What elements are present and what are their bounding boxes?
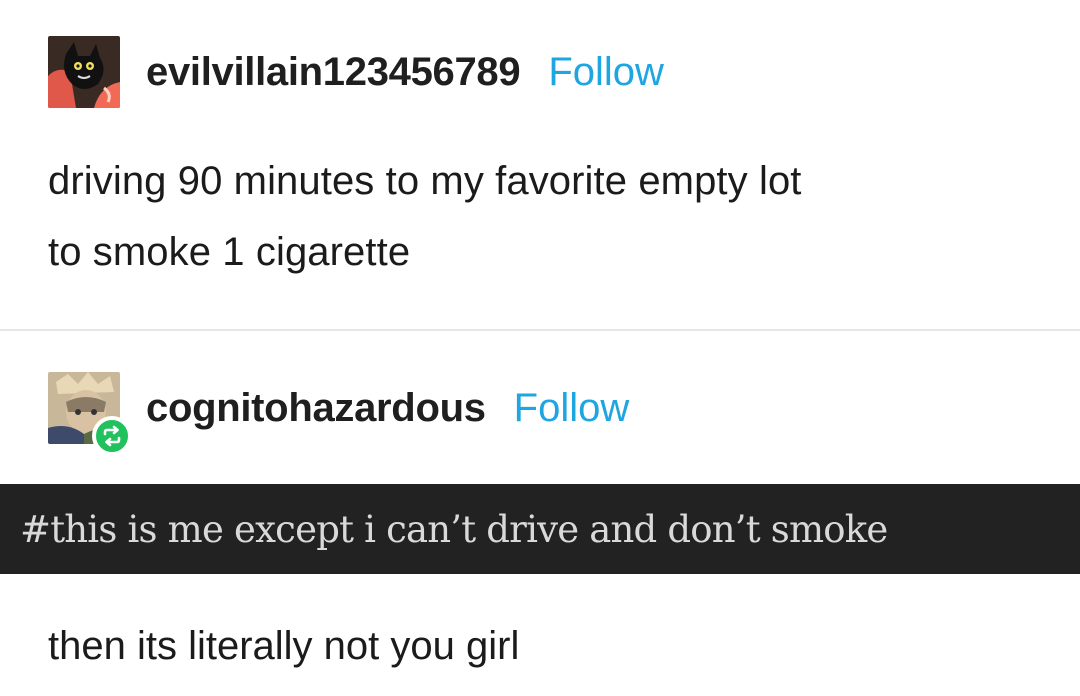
username-cognitohazardous[interactable]: cognitohazardous — [146, 386, 486, 431]
post-body-line: driving 90 minutes to my favorite empty … — [48, 159, 802, 203]
follow-button-cognitohazardous[interactable]: Follow — [514, 386, 630, 431]
post-body-1: driving 90 minutes to my favorite empty … — [48, 146, 802, 288]
reply-text: then its literally not you girl — [48, 624, 520, 668]
post-header-2: cognitohazardous Follow — [48, 372, 630, 456]
username-evilvillain[interactable]: evilvillain123456789 — [146, 50, 521, 95]
post-body-line: to smoke 1 cigarette — [48, 230, 411, 274]
post-header-1: evilvillain123456789 Follow — [48, 36, 664, 108]
reblog-badge — [92, 416, 132, 456]
post-tags[interactable]: #this is me except i can’t drive and don… — [20, 508, 888, 551]
post-divider — [0, 329, 1080, 331]
avatar-image — [48, 36, 120, 108]
reblog-icon — [103, 425, 121, 447]
follow-button-evilvillain[interactable]: Follow — [548, 50, 664, 95]
avatar-cognitohazardous[interactable] — [48, 372, 132, 456]
tags-bar: #this is me except i can’t drive and don… — [0, 484, 1080, 574]
avatar-evilvillain[interactable] — [48, 36, 120, 108]
